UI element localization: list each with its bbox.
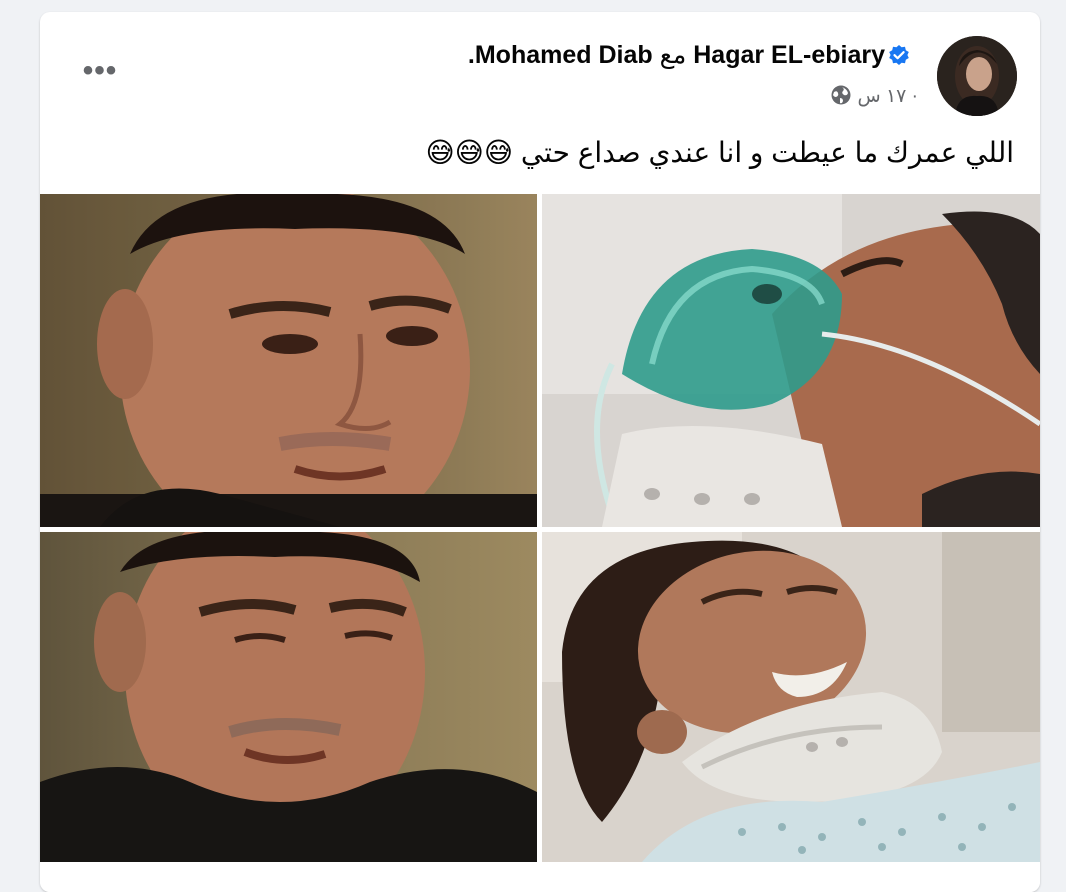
post-header-title: .Mohamed Diab مع Hagar EL-ebiary [468, 40, 910, 73]
author-name-link[interactable]: Hagar EL-ebiary [693, 41, 885, 69]
post-caption: اللي عمرك ما عيطت و انا عندي صداع حتي 😅😅… [425, 136, 1014, 169]
tagged-suffix: . [467, 41, 475, 69]
post-footer [40, 868, 1040, 892]
with-label: مع [659, 41, 687, 69]
photo-man-oxygen-mask[interactable] [542, 194, 1040, 527]
photo-man-closeup[interactable] [40, 194, 537, 527]
tagged-user-link[interactable]: Mohamed Diab [475, 41, 653, 69]
post-timestamp[interactable]: ١٧ س · [857, 86, 918, 107]
author-avatar[interactable] [937, 36, 1017, 116]
post-card: .Mohamed Diab مع Hagar EL-ebiary ١٧ س · … [40, 12, 1040, 892]
more-options-icon[interactable]: ••• [80, 56, 120, 86]
caption-text: اللي عمرك ما عيطت و انا عندي صداع حتي [520, 137, 1014, 168]
photo-woman-smiling[interactable] [542, 532, 1040, 862]
verified-badge-icon [888, 44, 910, 73]
globe-icon[interactable] [830, 85, 852, 107]
post-meta: ١٧ س · [830, 84, 918, 108]
caption-emojis: 😅😅😅 [425, 136, 514, 169]
photo-man-looking-down[interactable] [40, 532, 537, 862]
post-photo-grid [40, 194, 1040, 880]
